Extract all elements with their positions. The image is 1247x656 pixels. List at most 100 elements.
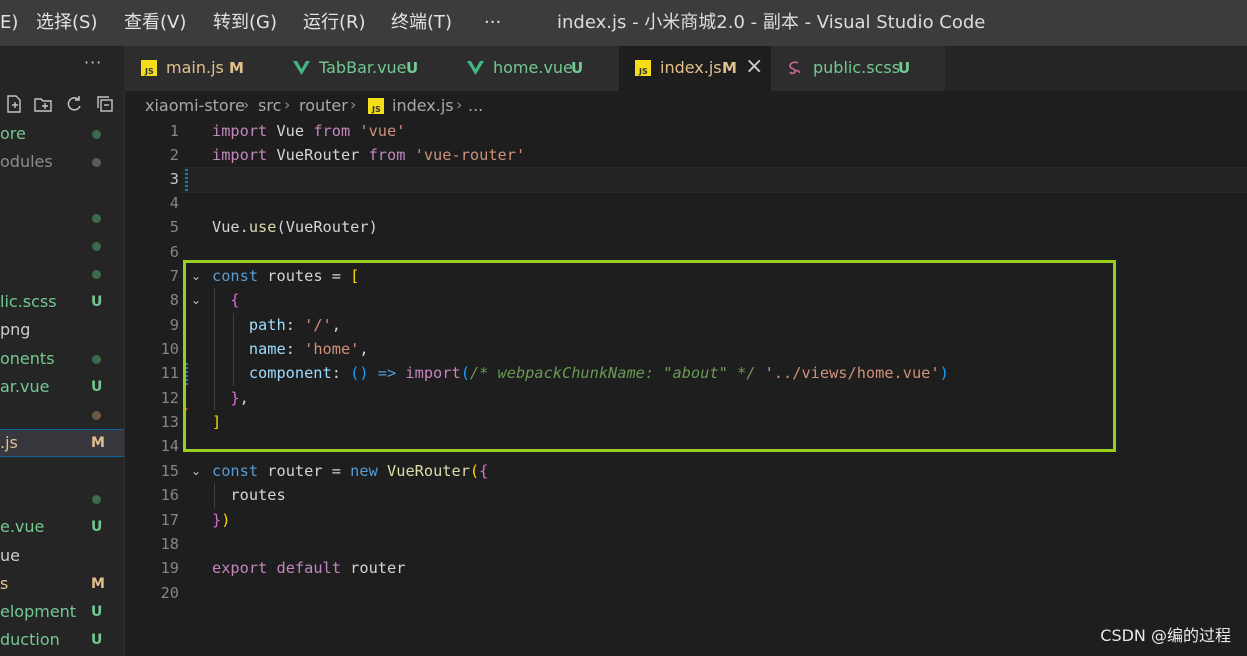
- close-icon[interactable]: ×: [745, 55, 763, 79]
- line-number: 17: [160, 511, 179, 529]
- status-dot-icon: [92, 130, 101, 139]
- tree-item[interactable]: ore: [0, 121, 124, 147]
- explorer-sidebar: ··· ore odules lic.scss Upng onents ar.vue U .j…: [0, 46, 125, 656]
- refresh-icon[interactable]: [64, 94, 84, 114]
- line-number: 8: [169, 291, 179, 309]
- git-status-badge: U: [91, 604, 103, 620]
- tab-label: home.vue: [493, 58, 573, 77]
- collapse-all-icon[interactable]: [95, 94, 115, 114]
- tab-label: TabBar.vue: [319, 58, 407, 77]
- breadcrumb-item[interactable]: xiaomi-store: [145, 96, 245, 116]
- code-line: const router = new VueRouter({: [212, 459, 488, 483]
- git-status-badge: M: [91, 576, 105, 592]
- tab-home-vue[interactable]: home.vue U: [453, 46, 620, 91]
- code-text: router: [340, 559, 406, 577]
- tree-item[interactable]: [0, 205, 124, 231]
- tab-badge: U: [898, 59, 911, 77]
- breadcrumb-item[interactable]: src: [258, 96, 281, 116]
- git-status-badge: U: [91, 632, 103, 648]
- line-number: 13: [160, 413, 179, 431]
- watermark: CSDN @编的过程: [1100, 626, 1231, 645]
- menu-more[interactable]: ···: [484, 11, 501, 35]
- status-dot-icon: [92, 411, 101, 420]
- tree-item[interactable]: ar.vue U: [0, 374, 124, 400]
- tree-item[interactable]: [0, 486, 124, 512]
- tab-public-scss[interactable]: public.scss U: [771, 46, 946, 91]
- tree-item[interactable]: onents: [0, 346, 124, 372]
- line-number: 1: [169, 122, 179, 140]
- menu-run[interactable]: 运行(R): [303, 11, 366, 35]
- new-file-icon[interactable]: [4, 94, 24, 114]
- string-literal: 'vue': [359, 122, 406, 140]
- chevron-right-icon: ›: [456, 95, 463, 114]
- tree-item[interactable]: [0, 402, 124, 428]
- menu-terminal[interactable]: 终端(T): [391, 11, 452, 35]
- tree-item-label: ue: [0, 546, 20, 565]
- more-actions-icon[interactable]: ···: [84, 53, 102, 72]
- code-line: routes: [212, 483, 285, 507]
- tab-index-js[interactable]: JS index.js M ×: [619, 46, 772, 91]
- string-literal: 'vue-router': [414, 146, 526, 164]
- line-number: 10: [160, 340, 179, 358]
- code-line: export default router: [212, 556, 405, 580]
- fold-chevron-icon[interactable]: ⌄: [191, 464, 201, 478]
- new-folder-icon[interactable]: [33, 94, 53, 114]
- status-dot-icon: [92, 270, 101, 279]
- code-editor[interactable]: 1 2 3 4 5 6 7 8 9 10 11 12 13 14 15 16 1…: [125, 119, 1247, 656]
- current-line-highlight: [181, 167, 1247, 193]
- tree-item[interactable]: lic.scss U: [0, 289, 124, 315]
- bracket: {: [479, 462, 489, 480]
- menu-go[interactable]: 转到(G): [213, 11, 277, 35]
- menu-edit[interactable]: E): [0, 11, 18, 35]
- tree-item[interactable]: e.vue U: [0, 514, 124, 540]
- tab-main-js[interactable]: JS main.js M: [125, 46, 278, 91]
- js-icon: JS: [635, 60, 651, 76]
- tree-item[interactable]: png: [0, 317, 124, 343]
- tab-label: public.scss: [813, 58, 901, 77]
- tab-label: main.js: [166, 58, 224, 77]
- tree-item[interactable]: .js M: [0, 429, 124, 457]
- tree-item-label: duction: [0, 630, 60, 649]
- status-dot-icon: [92, 355, 101, 364]
- tree-item[interactable]: [0, 177, 124, 203]
- js-icon: JS: [368, 98, 384, 114]
- line-number: 7: [169, 267, 179, 285]
- tree-item[interactable]: duction U: [0, 627, 124, 653]
- breadcrumb-item[interactable]: index.js: [392, 96, 454, 116]
- line-number: 3: [169, 170, 179, 188]
- tab-label: index.js: [660, 58, 722, 77]
- tree-item[interactable]: [0, 233, 124, 259]
- tab-badge: U: [571, 59, 584, 77]
- line-number: 18: [160, 535, 179, 553]
- tree-item-label: ore: [0, 124, 26, 143]
- line-number: 5: [169, 218, 179, 236]
- breadcrumb-item[interactable]: ...: [468, 96, 483, 116]
- tab-tabbar-vue[interactable]: TabBar.vue U: [277, 46, 454, 91]
- chevron-right-icon: ›: [350, 95, 357, 114]
- menu-view[interactable]: 查看(V): [124, 11, 186, 35]
- tree-item[interactable]: [0, 458, 124, 484]
- menu-selection[interactable]: 选择(S): [36, 11, 97, 35]
- tree-item[interactable]: odules: [0, 149, 124, 175]
- annotation-highlight-box: [183, 260, 1116, 452]
- status-dot-icon: [92, 214, 101, 223]
- tree-item[interactable]: ue: [0, 543, 124, 569]
- line-number: 12: [160, 389, 179, 407]
- git-status-badge: U: [91, 379, 103, 395]
- tree-item[interactable]: [0, 261, 124, 287]
- tree-item-label: lic.scss: [0, 292, 57, 311]
- tree-item[interactable]: elopment U: [0, 599, 124, 625]
- code-text: Vue: [267, 122, 314, 140]
- tree-item[interactable]: sM: [0, 571, 124, 597]
- breadcrumb-item[interactable]: router: [299, 96, 348, 116]
- keyword: const: [212, 462, 259, 480]
- code-line: }): [212, 508, 230, 532]
- keyword: import: [212, 122, 268, 140]
- js-icon: JS: [141, 60, 157, 76]
- code-line: Vue.use(VueRouter): [212, 215, 378, 239]
- svg-text:JS: JS: [371, 105, 381, 114]
- line-number: 16: [160, 486, 179, 504]
- chevron-right-icon: ›: [243, 95, 250, 114]
- tab-badge: M: [229, 59, 244, 77]
- chevron-right-icon: ›: [284, 95, 291, 114]
